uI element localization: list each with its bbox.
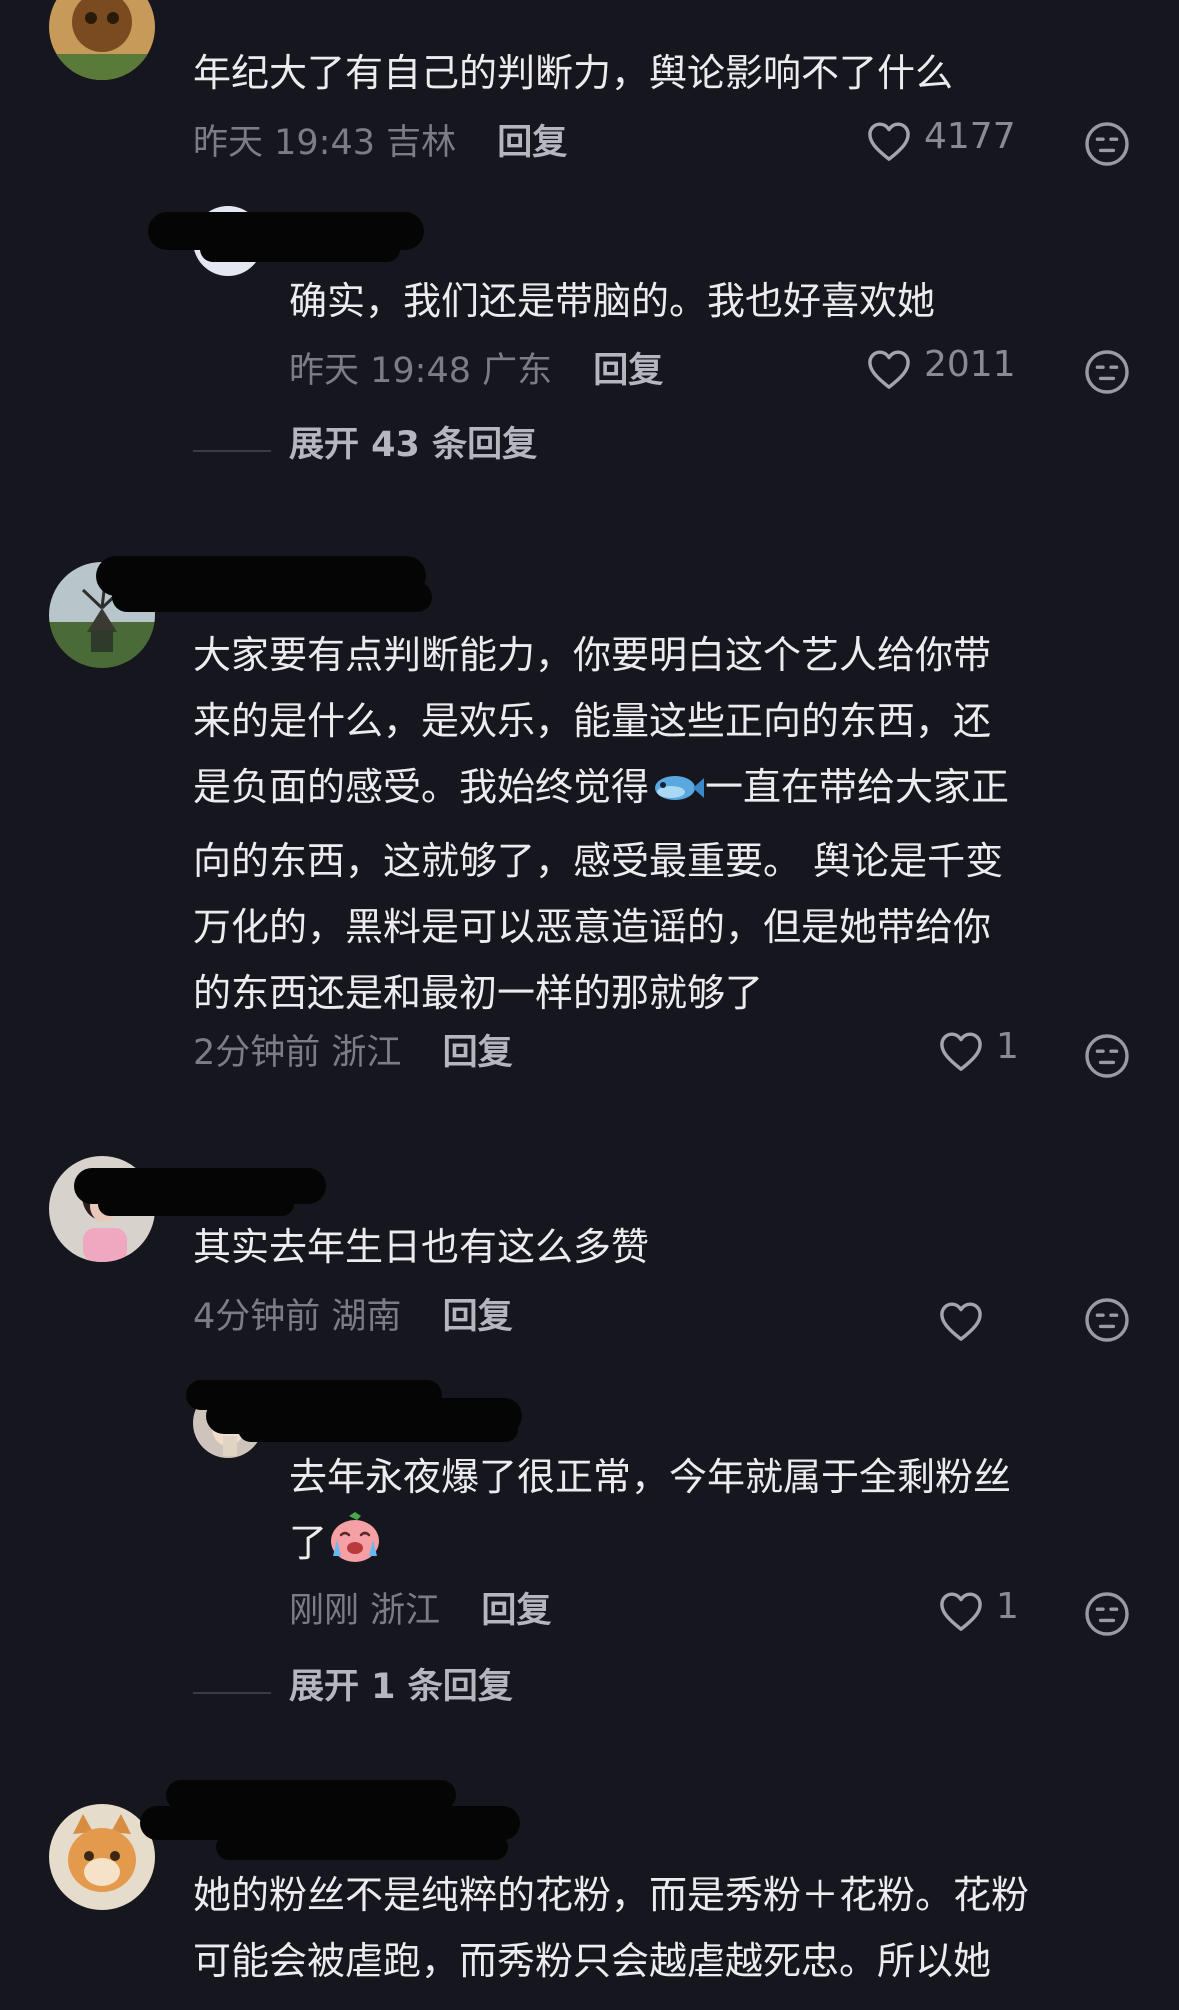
reply-button[interactable]: 回复 — [443, 1033, 513, 1073]
reply-location: 浙江 — [370, 1591, 441, 1631]
avatar[interactable] — [49, 0, 155, 80]
like-count: 4177 — [924, 116, 1016, 157]
reply-button[interactable]: 回复 — [497, 123, 567, 163]
heart-outline-icon — [940, 1302, 982, 1341]
like-button[interactable]: 2011 — [866, 342, 1016, 398]
reply-button[interactable]: 回复 — [481, 1591, 551, 1631]
heart-outline-icon — [940, 1032, 982, 1071]
avatar[interactable] — [49, 1804, 155, 1910]
reply-button[interactable]: 回复 — [593, 351, 663, 391]
comment-text: 她的粉丝不是纯粹的花粉，而是秀粉＋花粉。花粉 可能会被虐跑，而秀粉只会越虐越死忠… — [193, 1873, 1030, 1983]
expand-replies-button[interactable]: 展开 1 条回复 — [289, 1664, 513, 1710]
comment-location: 湖南 — [331, 1297, 402, 1337]
reply-time: 昨天 19:48 — [289, 351, 471, 391]
crying-emoji — [327, 1510, 383, 1584]
heart-outline-icon — [868, 350, 910, 389]
comment-time: 4分钟前 — [193, 1297, 321, 1337]
reply-time: 刚刚 — [289, 1591, 360, 1631]
redacted-username — [216, 1834, 508, 1860]
heart-outline-icon — [868, 122, 910, 161]
redacted-username — [200, 236, 400, 262]
reply-location: 广东 — [482, 351, 553, 391]
expand-replies-button[interactable]: 展开 43 条回复 — [289, 422, 537, 468]
comment-meta: 2分钟前 浙江 回复 — [193, 1030, 513, 1076]
comment-meta: 4分钟前 湖南 回复 — [193, 1294, 513, 1340]
comment-location: 浙江 — [331, 1033, 402, 1073]
comment-text: 大家要有点判断能力，你要明白这个艺人给你带 来的是什么，是欢乐，能量这些正向的东… — [193, 633, 1010, 1015]
like-button[interactable] — [938, 1294, 1088, 1350]
fish-emoji — [649, 762, 705, 828]
like-count: 1 — [996, 1586, 1019, 1627]
redacted-username — [98, 1192, 294, 1216]
reply-text: 确实，我们还是带脑的。我也好喜欢她 — [289, 279, 936, 323]
neutral-face-icon[interactable] — [1083, 1296, 1131, 1344]
neutral-face-icon[interactable] — [1083, 1032, 1131, 1080]
reply-meta: 刚刚 浙江 回复 — [289, 1588, 551, 1634]
redacted-username — [238, 1416, 518, 1442]
comment-time: 2分钟前 — [193, 1033, 321, 1073]
like-count: 1 — [996, 1026, 1019, 1067]
expand-divider — [193, 1692, 271, 1694]
neutral-face-icon[interactable] — [1083, 120, 1131, 168]
like-count: 2011 — [924, 344, 1016, 385]
neutral-face-icon[interactable] — [1083, 348, 1131, 396]
reply-button[interactable]: 回复 — [443, 1297, 513, 1337]
neutral-face-icon[interactable] — [1083, 1590, 1131, 1638]
reply-text: 去年永夜爆了很正常，今年就属于全剩粉丝 了 — [289, 1444, 1129, 1584]
comment-feed: 年纪大了有自己的判断力，舆论影响不了什么 昨天 19:43 吉林 回复 4177… — [0, 0, 1179, 2010]
like-button[interactable]: 1 — [938, 1584, 1088, 1640]
comment-meta: 昨天 19:43 吉林 回复 — [193, 120, 567, 166]
comment-text: 年纪大了有自己的判断力，舆论影响不了什么 — [193, 51, 954, 95]
redacted-username — [112, 582, 432, 612]
comment-text: 其实去年生日也有这么多赞 — [193, 1225, 650, 1269]
like-button[interactable]: 1 — [938, 1024, 1088, 1080]
like-button[interactable]: 4177 — [866, 114, 1016, 170]
comment-time: 昨天 19:43 — [193, 123, 375, 163]
expand-divider — [193, 450, 271, 452]
comment-location: 吉林 — [386, 123, 457, 163]
reply-meta: 昨天 19:48 广东 回复 — [289, 348, 663, 394]
heart-outline-icon — [940, 1592, 982, 1631]
